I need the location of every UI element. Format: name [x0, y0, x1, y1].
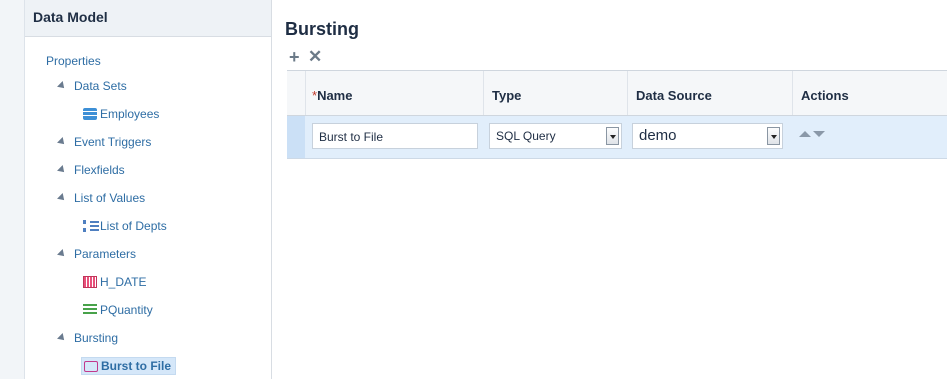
add-icon[interactable]: +: [289, 48, 300, 66]
tree-label: Employees: [100, 107, 160, 121]
tree-item-parameters[interactable]: Parameters: [57, 247, 137, 261]
tree-label: H_DATE: [100, 275, 147, 289]
sidebar-header: Data Model: [25, 0, 271, 37]
data-source-select-value: demo: [639, 127, 677, 144]
expanded-triangle-icon[interactable]: [57, 137, 67, 147]
list-icon: [83, 304, 97, 316]
column-header-actions[interactable]: Actions: [792, 71, 947, 115]
data-source-select[interactable]: demo: [632, 123, 783, 149]
type-select[interactable]: SQL Query: [489, 123, 622, 149]
chevron-down-icon[interactable]: [767, 127, 780, 145]
database-icon: [83, 108, 97, 120]
row-selector[interactable]: [287, 116, 305, 158]
tree-item-pquantity[interactable]: PQuantity: [83, 303, 153, 317]
column-header-data-source[interactable]: Data Source: [627, 71, 792, 115]
calendar-icon: [83, 276, 97, 288]
column-label: Actions: [801, 88, 849, 103]
expanded-triangle-icon[interactable]: [57, 249, 67, 259]
tree-item-list-of-values[interactable]: List of Values: [57, 191, 146, 205]
tree-label: List of Values: [74, 191, 146, 205]
type-select-value: SQL Query: [496, 129, 556, 143]
move-up-icon[interactable]: [799, 131, 811, 137]
printer-icon: [84, 360, 98, 372]
row-actions: [799, 131, 825, 137]
table-row[interactable]: Burst to File SQL Query demo: [287, 116, 947, 159]
page-title: Bursting: [285, 19, 359, 39]
expanded-triangle-icon[interactable]: [57, 193, 67, 203]
expanded-triangle-icon[interactable]: [57, 333, 67, 343]
tree-label: Data Sets: [74, 79, 127, 93]
chevron-down-icon[interactable]: [606, 127, 619, 145]
tree-label: Properties: [46, 54, 101, 68]
tree-item-event-triggers[interactable]: Event Triggers: [57, 135, 152, 149]
tree-item-bursting[interactable]: Bursting: [57, 331, 119, 345]
column-header-type[interactable]: Type: [483, 71, 627, 115]
name-input[interactable]: Burst to File: [312, 123, 478, 149]
list-of-values-icon: [83, 220, 99, 232]
delete-icon[interactable]: ✕: [308, 48, 322, 66]
expanded-triangle-icon[interactable]: [57, 81, 67, 91]
tree-label: List of Depts: [100, 219, 167, 233]
column-label: Data Source: [636, 88, 712, 103]
tree-label: PQuantity: [100, 303, 153, 317]
tree-item-employees[interactable]: Employees: [83, 107, 159, 121]
tree-label: Flexfields: [74, 163, 125, 177]
tree-item-list-of-depts[interactable]: List of Depts: [83, 219, 167, 233]
column-header-name[interactable]: *Name: [305, 71, 485, 115]
tree-item-h-date[interactable]: H_DATE: [83, 275, 146, 289]
tree-item-burst-to-file[interactable]: Burst to File: [81, 357, 177, 375]
expanded-triangle-icon[interactable]: [57, 165, 67, 175]
tree-item-properties[interactable]: Properties: [46, 54, 101, 68]
column-label: Name: [317, 88, 353, 103]
move-down-icon[interactable]: [813, 131, 825, 137]
bursting-table: *Name Type Data Source Actions Burst to …: [287, 70, 947, 159]
column-label: Type: [492, 88, 522, 103]
tree-label: Parameters: [74, 247, 137, 261]
table-header: *Name Type Data Source Actions: [287, 71, 947, 116]
tree-label: Burst to File: [101, 359, 172, 373]
left-gutter: [0, 0, 25, 379]
data-model-sidebar: Data Model Properties Data Sets Employee…: [25, 0, 272, 379]
tree-label: Bursting: [74, 331, 119, 345]
tree-item-data-sets[interactable]: Data Sets: [57, 79, 127, 93]
bursting-panel: Bursting + ✕ *Name Type Data Source Acti…: [272, 0, 947, 379]
tree-label: Event Triggers: [74, 135, 152, 149]
tree-item-flexfields[interactable]: Flexfields: [57, 163, 125, 177]
